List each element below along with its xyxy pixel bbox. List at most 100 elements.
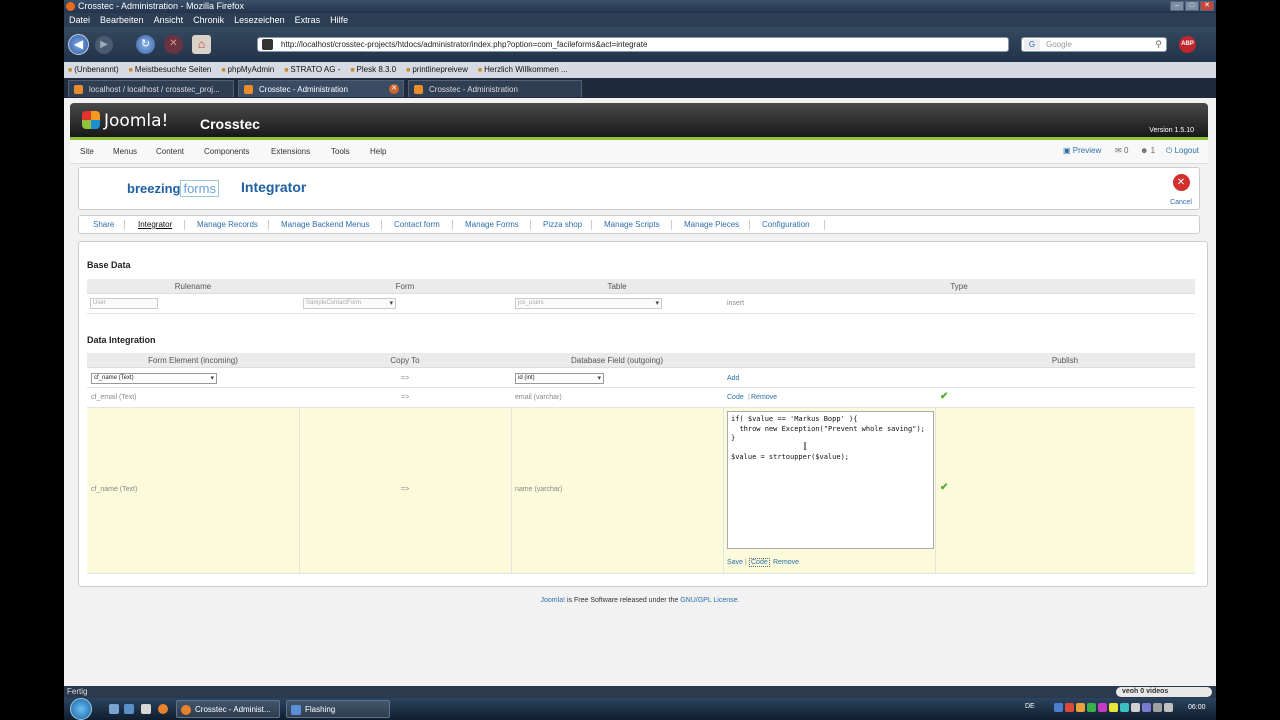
taskbar-item-firefox[interactable]: Crosstec - Administ... — [176, 700, 280, 718]
copy-arrow: => — [401, 394, 410, 401]
tab-share[interactable]: Share — [93, 220, 114, 229]
published-check-icon[interactable]: ✔ — [940, 391, 948, 402]
tray-icon[interactable] — [1120, 703, 1129, 712]
code-link[interactable]: Code — [727, 394, 744, 401]
back-button[interactable]: ◀ — [68, 34, 89, 55]
search-icon[interactable]: ⚲ — [1155, 38, 1162, 51]
tab-manage-pieces[interactable]: Manage Pieces — [684, 220, 739, 229]
status-bar: Fertig veoh 0 videos — [64, 686, 1216, 698]
tray-icon[interactable] — [1087, 703, 1096, 712]
cancel-icon: ✕ — [1172, 174, 1190, 191]
bookmark-item[interactable]: Meistbesuchte Seiten — [129, 62, 212, 78]
taskbar-item-flashing[interactable]: Flashing — [286, 700, 390, 718]
form-element-select[interactable]: cf_name (Text) — [91, 373, 217, 384]
form-select[interactable]: SampleContactForm — [303, 298, 396, 309]
bookmark-item[interactable]: Herzlich Willkommen ... — [478, 62, 568, 78]
quicklaunch-icon[interactable] — [141, 704, 151, 714]
firefox-quicklaunch-icon[interactable] — [158, 704, 168, 714]
menu-datei[interactable]: Datei — [69, 13, 90, 27]
stop-button[interactable]: ✕ — [164, 35, 183, 54]
bookmark-item[interactable]: (Unbenannt) — [68, 62, 118, 78]
bookmarks-toolbar: (Unbenannt) Meistbesuchte Seiten phpMyAd… — [64, 62, 1216, 78]
tray-icon[interactable] — [1142, 703, 1151, 712]
license-link[interactable]: GNU/GPL License. — [680, 597, 739, 604]
home-button[interactable]: ⌂ — [192, 35, 211, 54]
tab-contact-form[interactable]: Contact form — [394, 220, 440, 229]
bookmark-item[interactable]: STRATO AG - — [284, 62, 340, 78]
close-window-button[interactable]: ✕ — [1200, 1, 1214, 11]
table-select[interactable]: jos_users — [515, 298, 662, 309]
tab-integrator[interactable]: Integrator — [138, 220, 172, 229]
show-desktop-icon[interactable] — [109, 704, 119, 714]
published-check-icon[interactable]: ✔ — [940, 482, 948, 493]
code-link[interactable]: Code — [749, 558, 770, 567]
search-engine-icon[interactable]: G — [1024, 39, 1040, 50]
browser-tab[interactable]: Crosstec - Administration — [408, 80, 582, 97]
tray-icon[interactable] — [1098, 703, 1107, 712]
add-link[interactable]: Add — [727, 375, 739, 382]
save-link[interactable]: Save — [727, 559, 743, 566]
menu-lesezeichen[interactable]: Lesezeichen — [234, 13, 285, 27]
minimize-button[interactable]: ‒ — [1170, 1, 1184, 11]
menu-tools[interactable]: Tools — [331, 147, 350, 156]
col-form: Form — [395, 282, 415, 291]
joomla-link[interactable]: Joomla! — [541, 597, 566, 604]
users-count[interactable]: ☻ 1 — [1140, 146, 1155, 155]
menu-components[interactable]: Components — [204, 147, 249, 156]
window-titlebar: Crosstec - Administration - Mozilla Fire… — [64, 0, 1216, 13]
users-value: 1 — [1150, 146, 1156, 155]
url-bar[interactable]: http://localhost/crosstec-projects/htdoc… — [257, 37, 1009, 52]
reload-button[interactable]: ↻ — [136, 35, 155, 54]
bookmark-item[interactable]: phpMyAdmin — [221, 62, 275, 78]
logout-link[interactable]: ⏻ Logout — [1166, 146, 1199, 156]
forward-button[interactable]: ▶ — [95, 36, 113, 54]
tray-icon[interactable] — [1054, 703, 1063, 712]
browser-tab[interactable]: localhost / localhost / crosstec_proj... — [68, 80, 234, 97]
remove-link[interactable]: Remove — [751, 394, 777, 401]
messages-count[interactable]: ✉ 0 — [1115, 146, 1128, 155]
code-editor-textarea[interactable]: if( $value == 'Markus Bopp' ){ throw new… — [727, 411, 934, 549]
maximize-button[interactable]: □ — [1185, 1, 1199, 11]
menu-content[interactable]: Content — [156, 147, 184, 156]
menu-bearbeiten[interactable]: Bearbeiten — [100, 13, 144, 27]
rulename-input[interactable]: User — [90, 298, 158, 309]
menu-menus[interactable]: Menus — [113, 147, 137, 156]
language-indicator[interactable]: DE — [1025, 703, 1035, 710]
search-bar[interactable]: G Google ⚲ — [1021, 37, 1167, 52]
veoh-addon-icon[interactable]: veoh 0 videos — [1116, 687, 1212, 697]
tab-manage-records[interactable]: Manage Records — [197, 220, 258, 229]
link-separator: | — [745, 559, 747, 566]
tab-close-icon[interactable]: ✕ — [389, 84, 399, 94]
clock[interactable]: 06:00 — [1188, 704, 1206, 711]
menu-site[interactable]: Site — [80, 147, 94, 156]
tray-icon[interactable] — [1131, 703, 1140, 712]
menu-ansicht[interactable]: Ansicht — [154, 13, 184, 27]
menu-extensions[interactable]: Extensions — [271, 147, 310, 156]
preview-link[interactable]: ▣ Preview — [1063, 146, 1101, 155]
tray-icon[interactable] — [1076, 703, 1085, 712]
remove-link[interactable]: Remove — [773, 559, 799, 566]
cancel-button[interactable]: ✕ Cancel — [1169, 174, 1193, 209]
tab-manage-forms[interactable]: Manage Forms — [465, 220, 519, 229]
volume-icon[interactable] — [1164, 703, 1173, 712]
adblock-plus-icon[interactable]: ABP — [1179, 36, 1196, 53]
menu-extras[interactable]: Extras — [295, 13, 321, 27]
menu-chronik[interactable]: Chronik — [193, 13, 224, 27]
tab-configuration[interactable]: Configuration — [762, 220, 810, 229]
bookmark-item[interactable]: printlinepreivew — [406, 62, 468, 78]
switch-windows-icon[interactable] — [124, 704, 134, 714]
start-button[interactable] — [70, 698, 92, 720]
bookmark-item[interactable]: Plesk 8.3.0 — [350, 62, 397, 78]
menu-hilfe[interactable]: Hilfe — [330, 13, 348, 27]
col-publish: Publish — [1051, 356, 1079, 365]
cancel-label: Cancel — [1170, 199, 1192, 206]
database-field-select[interactable]: id (int) — [515, 373, 604, 384]
tab-manage-scripts[interactable]: Manage Scripts — [604, 220, 660, 229]
tray-icon[interactable] — [1065, 703, 1074, 712]
tab-manage-backend-menus[interactable]: Manage Backend Menus — [281, 220, 370, 229]
tray-icon[interactable] — [1109, 703, 1118, 712]
browser-tab-active[interactable]: Crosstec - Administration ✕ — [238, 80, 404, 97]
tab-pizza-shop[interactable]: Pizza shop — [543, 220, 582, 229]
network-icon[interactable] — [1153, 703, 1162, 712]
menu-help[interactable]: Help — [370, 147, 386, 156]
